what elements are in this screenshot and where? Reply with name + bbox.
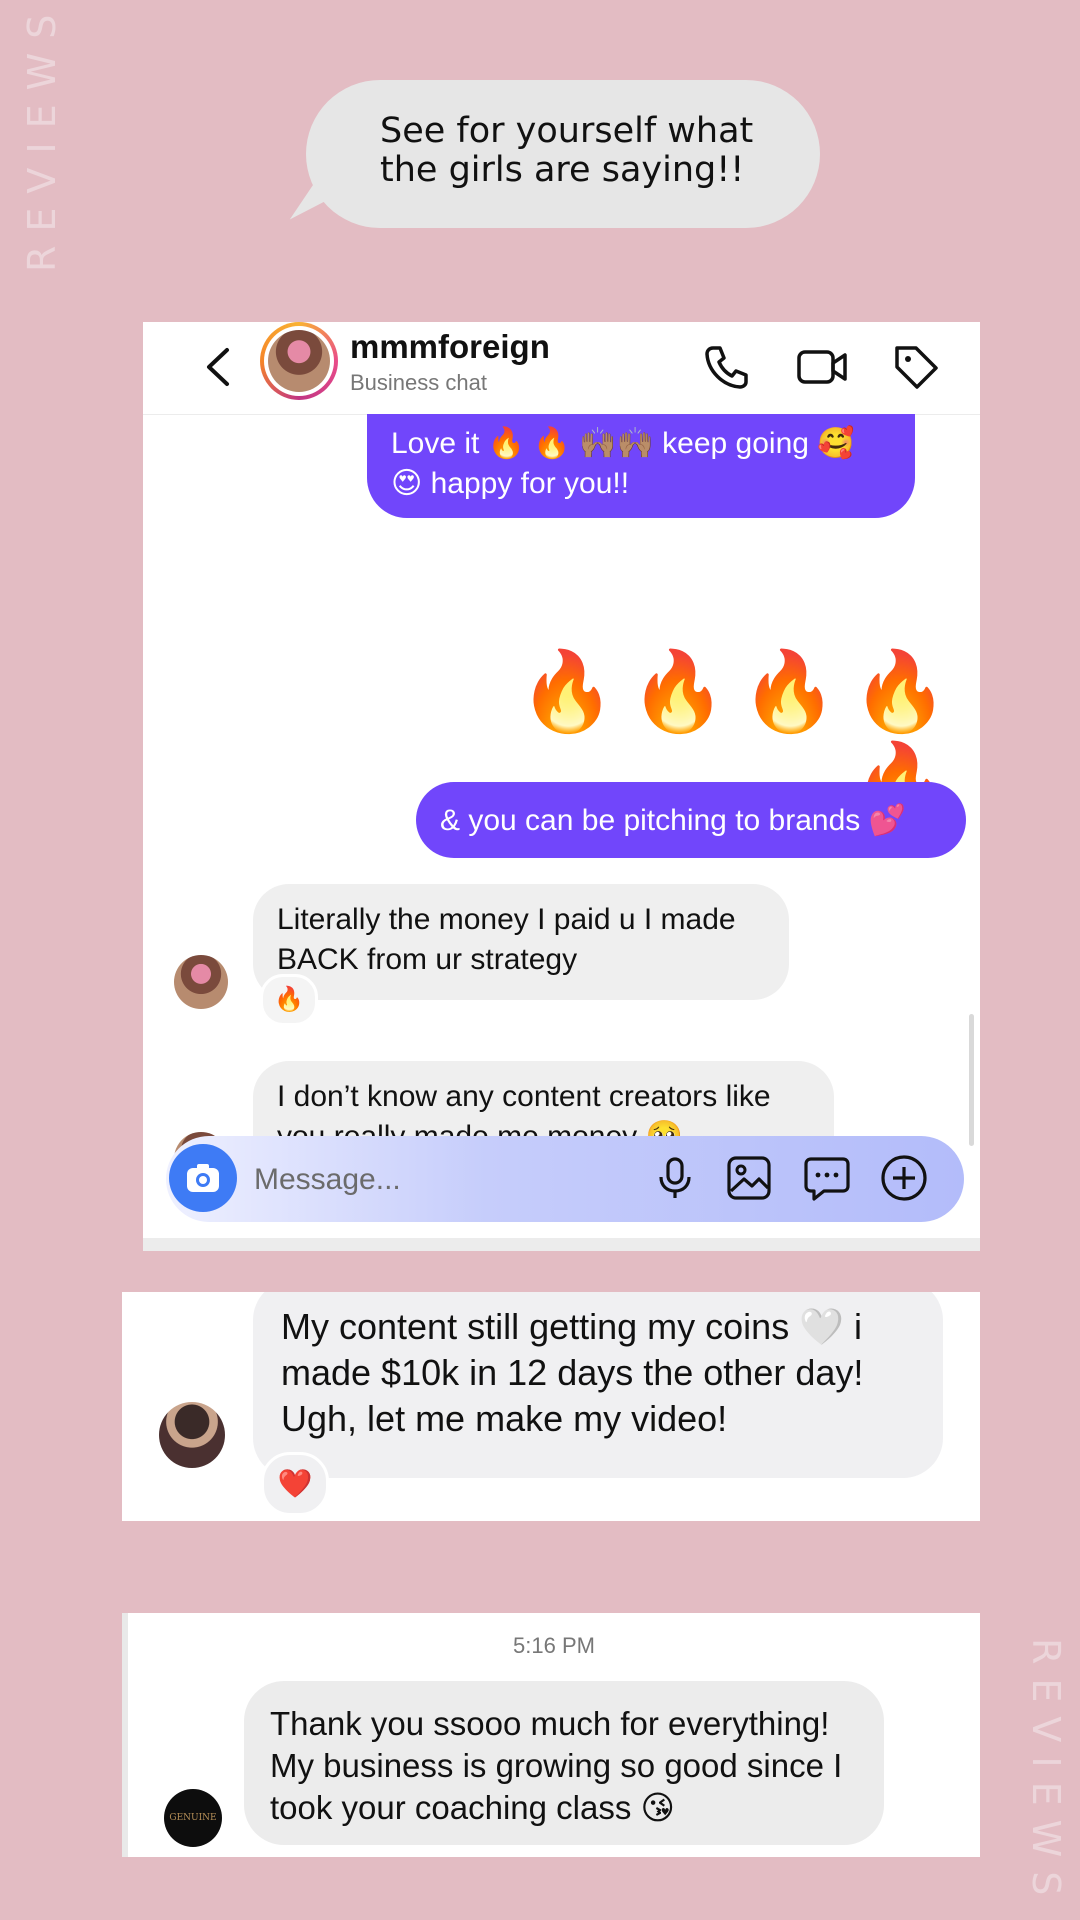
- side-label-right: REVIEWS: [1024, 1638, 1068, 1910]
- avatar[interactable]: [260, 322, 338, 400]
- reaction-badge[interactable]: ❤️: [261, 1452, 329, 1516]
- video-icon[interactable]: [795, 340, 849, 394]
- side-label-left: REVIEWS: [20, 0, 64, 272]
- scrollbar[interactable]: [969, 1014, 974, 1146]
- tag-icon[interactable]: [889, 340, 943, 394]
- plus-icon[interactable]: [879, 1153, 929, 1203]
- chat-header: mmmforeign Business chat: [143, 322, 980, 415]
- microphone-icon[interactable]: [650, 1153, 700, 1203]
- username[interactable]: mmmforeign: [350, 328, 550, 366]
- phone-icon[interactable]: [699, 340, 753, 394]
- timestamp: 5:16 PM: [513, 1633, 595, 1658]
- incoming-message[interactable]: My content still getting my coins 🤍 i ma…: [253, 1292, 943, 1478]
- camera-button[interactable]: [169, 1144, 237, 1212]
- chat-subtitle: Business chat: [350, 370, 487, 395]
- sender-avatar[interactable]: [159, 1402, 225, 1468]
- gallery-icon[interactable]: [724, 1153, 774, 1203]
- intro-text: See for yourself what the girls are sayi…: [380, 111, 754, 190]
- review-panel-3: 5:16 PM Thank you ssooo much for everyth…: [122, 1613, 980, 1857]
- message-input[interactable]: [252, 1154, 556, 1206]
- reaction-badge[interactable]: 🔥: [260, 974, 318, 1026]
- incoming-message[interactable]: Literally the money I paid u I made BACK…: [253, 884, 789, 1000]
- sender-avatar[interactable]: [174, 955, 228, 1009]
- sticker-icon[interactable]: [802, 1153, 852, 1203]
- camera-icon: [187, 1164, 219, 1192]
- outgoing-message[interactable]: & you can be pitching to brands 💕: [416, 782, 966, 858]
- sender-avatar[interactable]: GENUINE Co.: [164, 1789, 222, 1847]
- back-icon[interactable]: [199, 342, 239, 392]
- divider: [143, 1238, 980, 1251]
- avatar-photo: [268, 330, 330, 392]
- message-composer: [166, 1136, 964, 1222]
- outgoing-message[interactable]: Love it 🔥 🔥 🙌🏽🙌🏽 keep going 🥰 😍 happy fo…: [367, 414, 915, 518]
- chat-panel: mmmforeign Business chat Love it 🔥 🔥 🙌🏽🙌…: [143, 322, 980, 1251]
- review-panel-2: My content still getting my coins 🤍 i ma…: [122, 1292, 980, 1521]
- incoming-message[interactable]: Thank you ssooo much for everything! My …: [244, 1681, 884, 1845]
- message-list[interactable]: Love it 🔥 🔥 🙌🏽🙌🏽 keep going 🥰 😍 happy fo…: [143, 414, 980, 1238]
